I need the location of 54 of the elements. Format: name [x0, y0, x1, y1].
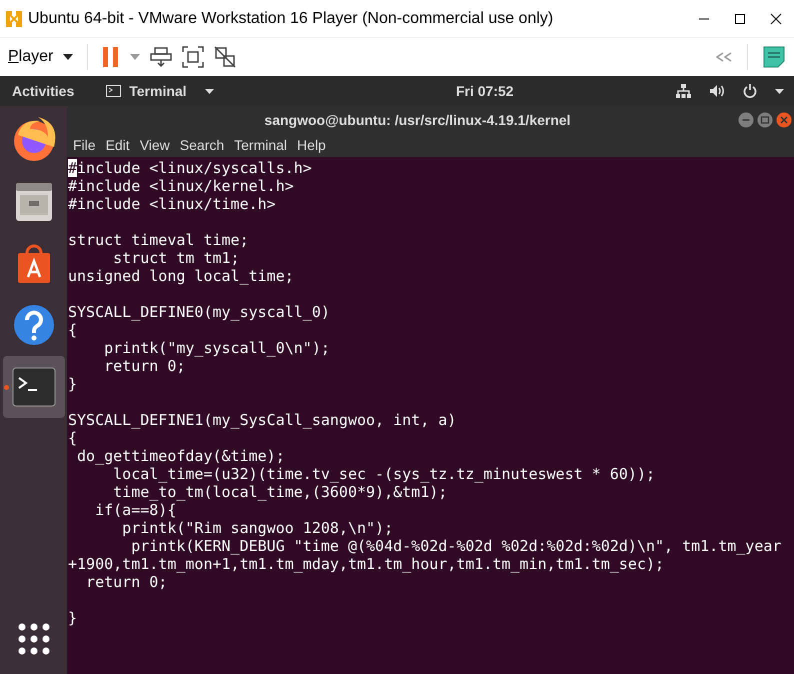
code-line: #include <linux/time.h>: [68, 195, 276, 213]
menu-item[interactable]: Terminal: [234, 137, 288, 153]
code-line: {: [68, 321, 78, 339]
code-line: if(a==8){: [94, 501, 176, 519]
close-icon[interactable]: [770, 12, 782, 24]
code-line: time_to_tm(local_time,(3600*9),&tm1);: [112, 483, 448, 501]
code-line: }: [68, 375, 78, 393]
menu-item[interactable]: File: [73, 137, 96, 153]
power-icon[interactable]: [743, 84, 757, 98]
window-title: Ubuntu 64-bit - VMware Workstation 16 Player (Non-commercial use only): [28, 10, 554, 28]
app-grid-icon: [18, 623, 50, 655]
code-line: return 0;: [85, 573, 168, 591]
code-line: struct timeval time;: [68, 231, 249, 249]
code-line: {: [68, 429, 78, 447]
clock[interactable]: Fri 07:52: [456, 83, 514, 99]
pause-icon[interactable]: [102, 45, 120, 69]
volume-icon[interactable]: [709, 84, 725, 98]
cursor: #: [68, 159, 78, 177]
menu-item[interactable]: Search: [180, 137, 224, 153]
code-line: }: [68, 609, 78, 627]
code-line: return 0;: [103, 357, 186, 375]
menu-item[interactable]: View: [140, 137, 170, 153]
help-icon: [12, 303, 56, 347]
send-keys-icon[interactable]: [150, 46, 172, 68]
player-menu[interactable]: Player: [8, 48, 54, 66]
code-line: include <linux/syscalls.h>: [77, 159, 312, 177]
code-line: local_time=(u32)(time.tv_sec -(sys_tz.tz_minuteswest * 60));: [112, 465, 655, 483]
collapse-icon[interactable]: [715, 52, 733, 62]
code-line: +1900,tm1.tm_mon+1,tm1.tm_mday,tm1.tm_hour,tm1.tm_min,tm1.tm_sec);: [68, 555, 664, 573]
vmware-logo-icon: [4, 8, 24, 28]
activities-button[interactable]: Activities: [12, 83, 74, 99]
code-line: #include <linux/kernel.h>: [68, 177, 294, 195]
code-line: printk("Rim sangwoo 1208,\n");: [121, 519, 394, 537]
code-line: SYSCALL_DEFINE0(my_syscall_0): [68, 303, 330, 321]
menu-item[interactable]: Help: [297, 137, 326, 153]
terminal-icon: [106, 85, 122, 97]
maximize-icon[interactable]: [734, 12, 746, 24]
terminal-icon: [12, 367, 56, 407]
app-menu[interactable]: Terminal: [129, 83, 187, 99]
terminal-title: sangwoo@ubuntu: /usr/src/linux-4.19.1/kernel: [264, 112, 571, 128]
code-line: do_gettimeofday(&time);: [76, 447, 285, 465]
code-line: struct tm tm1;: [112, 249, 240, 267]
code-line: unsigned long local_time;: [68, 267, 294, 285]
code-line: SYSCALL_DEFINE1(my_SysCall_sangwoo, int, a): [68, 411, 456, 429]
fullscreen-icon[interactable]: [182, 46, 204, 68]
unity-icon[interactable]: [214, 46, 236, 68]
caret-icon[interactable]: [63, 54, 74, 60]
network-icon[interactable]: [676, 84, 691, 98]
caret-icon[interactable]: [775, 88, 784, 94]
menu-item[interactable]: Edit: [106, 137, 130, 153]
code-line: printk("my_syscall_0\n");: [103, 339, 330, 357]
code-line: printk(KERN_DEBUG "time @(%04d-%02d-%02d %02d:%02d:%02d)\n", tm1.tm_year: [130, 537, 782, 555]
note-icon[interactable]: [762, 45, 786, 69]
caret-icon[interactable]: [204, 88, 214, 94]
